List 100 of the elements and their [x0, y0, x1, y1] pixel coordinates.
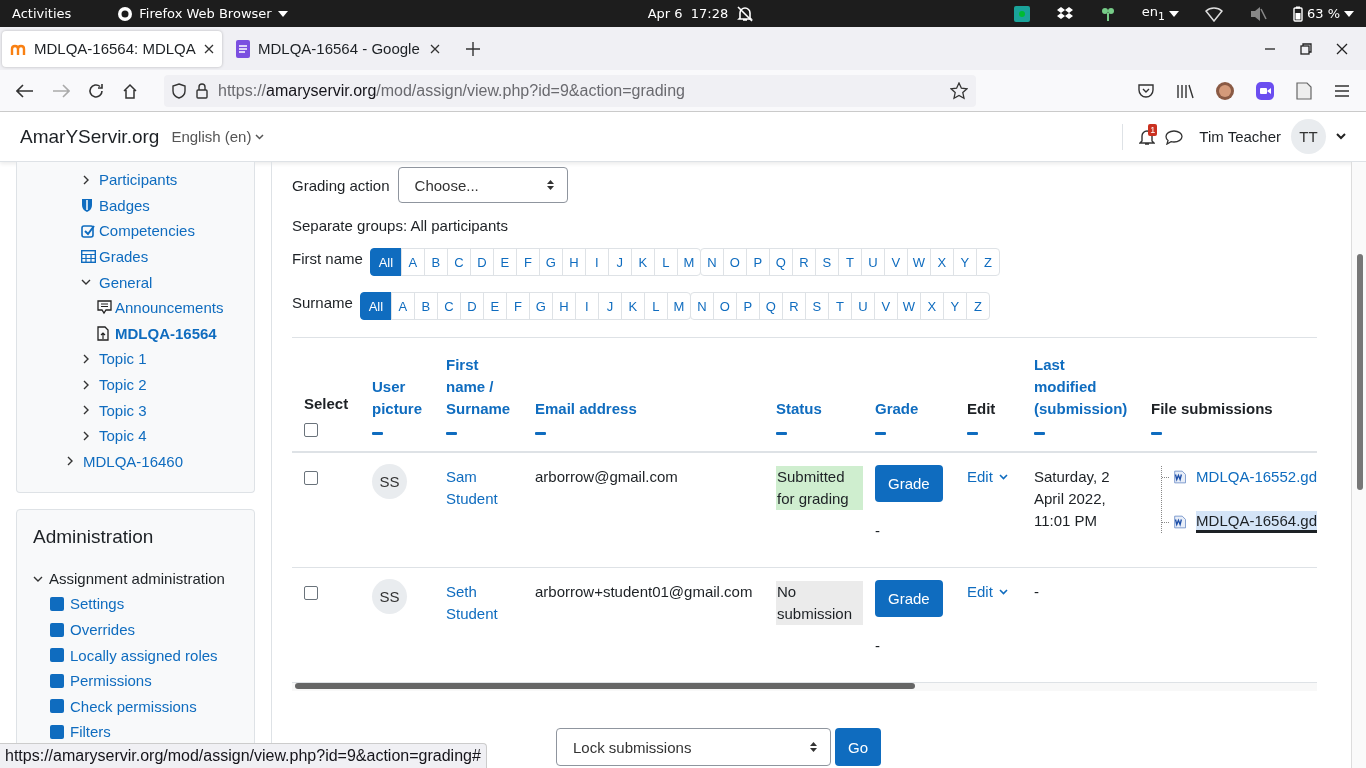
student-name-link[interactable]: Seth Student	[446, 581, 523, 625]
letter-filter[interactable]: G	[538, 248, 563, 276]
letter-filter[interactable]: H	[561, 248, 586, 276]
file-link[interactable]: MDLQA-16552.gd	[1196, 466, 1317, 488]
close-tab-icon[interactable]	[430, 43, 440, 54]
home-icon[interactable]	[122, 82, 138, 99]
admin-link[interactable]: Check permissions	[70, 697, 197, 715]
letter-filter[interactable]: V	[873, 292, 898, 320]
horizontal-scrollbar[interactable]	[295, 683, 915, 689]
letter-filter[interactable]: P	[735, 292, 760, 320]
library-icon[interactable]	[1176, 82, 1194, 99]
reader-icon[interactable]	[1296, 81, 1312, 100]
letter-filter[interactable]: O	[722, 248, 747, 276]
bulk-action-select[interactable]: Lock submissions	[556, 728, 831, 766]
row-checkbox[interactable]	[304, 586, 318, 600]
user-name[interactable]: Tim Teacher	[1199, 128, 1281, 145]
letter-filter[interactable]: X	[929, 248, 954, 276]
admin-link[interactable]: Overrides	[70, 621, 136, 638]
chevron-right-icon[interactable]	[81, 174, 91, 185]
file-link[interactable]: MDLQA-16564.gd	[1196, 511, 1317, 533]
new-tab-icon[interactable]	[466, 41, 480, 56]
vertical-scrollbar[interactable]	[1357, 254, 1363, 490]
chevron-right-icon[interactable]	[81, 353, 91, 364]
battery-indicator[interactable]: 63 %	[1292, 5, 1354, 22]
letter-filter[interactable]: L	[643, 292, 668, 320]
letter-filter[interactable]: G	[528, 292, 553, 320]
chevron-right-icon[interactable]	[81, 379, 91, 390]
section-title[interactable]: Assignment administration	[49, 570, 225, 588]
pocket-icon[interactable]	[1138, 82, 1154, 99]
muted-speaker-icon[interactable]	[1248, 5, 1267, 22]
letter-filter[interactable]: E	[482, 292, 507, 320]
letter-filter[interactable]: J	[607, 248, 632, 276]
reload-icon[interactable]	[88, 82, 104, 99]
letter-filter[interactable]: T	[837, 248, 862, 276]
letter-filter[interactable]: P	[745, 248, 770, 276]
grade-button[interactable]: Grade	[875, 465, 943, 502]
letter-filter[interactable]: T	[827, 292, 852, 320]
nav-link[interactable]: Participants	[99, 171, 178, 189]
admin-link[interactable]: Settings	[70, 595, 125, 613]
column-header[interactable]: User picture	[372, 376, 426, 420]
admin-link[interactable]: Permissions	[70, 672, 152, 690]
letter-filter[interactable]: M	[666, 292, 691, 320]
address-bar[interactable]: https://amaryservir.org/mod/assign/view.php?id=9&action=grading	[164, 74, 976, 107]
letter-filter[interactable]: K	[630, 248, 655, 276]
nav-link[interactable]: Topic 3	[99, 401, 147, 419]
letter-filter[interactable]: Z	[965, 292, 990, 320]
letter-filter[interactable]: B	[423, 248, 448, 276]
letter-filter[interactable]: X	[919, 292, 944, 320]
keyboard-layout[interactable]: en$_{1}$	[1141, 4, 1179, 23]
clover-icon[interactable]	[1099, 5, 1116, 22]
letter-filter[interactable]: O	[712, 292, 737, 320]
letter-filter[interactable]: H	[551, 292, 576, 320]
letter-filter[interactable]: W	[906, 248, 931, 276]
nav-link[interactable]: Competencies	[99, 222, 195, 240]
nav-link[interactable]: Topic 2	[99, 376, 147, 394]
bookmark-star-icon[interactable]	[950, 81, 968, 100]
letter-filter[interactable]: Q	[768, 248, 793, 276]
column-header[interactable]: Grade	[875, 398, 919, 420]
grade-button[interactable]: Grade	[875, 580, 943, 617]
browser-tab[interactable]: MDLQA-16564: MDLQA	[2, 30, 222, 67]
app-menu[interactable]: Firefox Web Browser	[117, 5, 288, 22]
nav-link[interactable]: General	[99, 273, 153, 291]
letter-filter[interactable]: N	[689, 292, 714, 320]
letter-filter[interactable]: K	[620, 292, 645, 320]
letter-filter[interactable]: D	[459, 292, 484, 320]
letter-filter[interactable]: U	[860, 248, 885, 276]
menu-icon[interactable]	[1334, 83, 1350, 98]
letter-filter[interactable]: C	[436, 292, 461, 320]
letter-filter[interactable]: M	[676, 248, 701, 276]
activities-button[interactable]: Activities	[12, 6, 72, 21]
site-name[interactable]: AmarYServir.org	[20, 125, 160, 148]
account-avatar-icon[interactable]	[1216, 81, 1234, 100]
language-menu[interactable]: English (en)	[171, 128, 265, 145]
nav-link[interactable]: MDLQA-16460	[83, 452, 184, 470]
letter-filter[interactable]: D	[469, 248, 494, 276]
column-header[interactable]: Last modified (submission)	[1034, 354, 1131, 420]
letter-filter[interactable]: S	[814, 248, 839, 276]
chevron-right-icon[interactable]	[81, 405, 91, 416]
close-tab-icon[interactable]	[204, 43, 214, 54]
letter-filter[interactable]: I	[574, 292, 599, 320]
letter-filter[interactable]: Y	[942, 292, 967, 320]
nav-link[interactable]: MDLQA-16564	[115, 324, 217, 342]
letter-filter[interactable]: Z	[975, 248, 1000, 276]
letter-filter[interactable]: Y	[952, 248, 977, 276]
row-checkbox[interactable]	[304, 471, 318, 485]
letter-filter[interactable]: C	[446, 248, 471, 276]
close-window-icon[interactable]	[1336, 42, 1348, 55]
letter-filter[interactable]: Q	[758, 292, 783, 320]
edit-menu[interactable]: Edit	[967, 466, 1008, 488]
go-button[interactable]: Go	[835, 728, 881, 766]
letter-filter[interactable]: All	[359, 292, 392, 320]
bell-icon[interactable]	[1139, 127, 1156, 146]
grading-action-select[interactable]: Choose...	[397, 167, 568, 203]
video-call-icon[interactable]	[1256, 81, 1274, 100]
letter-filter[interactable]: All	[369, 248, 402, 276]
column-header[interactable]: Status	[776, 398, 822, 420]
browser-tab[interactable]: MDLQA-16564 - Google	[228, 30, 448, 67]
chat-bubble-icon[interactable]	[1165, 128, 1184, 145]
letter-filter[interactable]: W	[896, 292, 921, 320]
letter-filter[interactable]: J	[597, 292, 622, 320]
